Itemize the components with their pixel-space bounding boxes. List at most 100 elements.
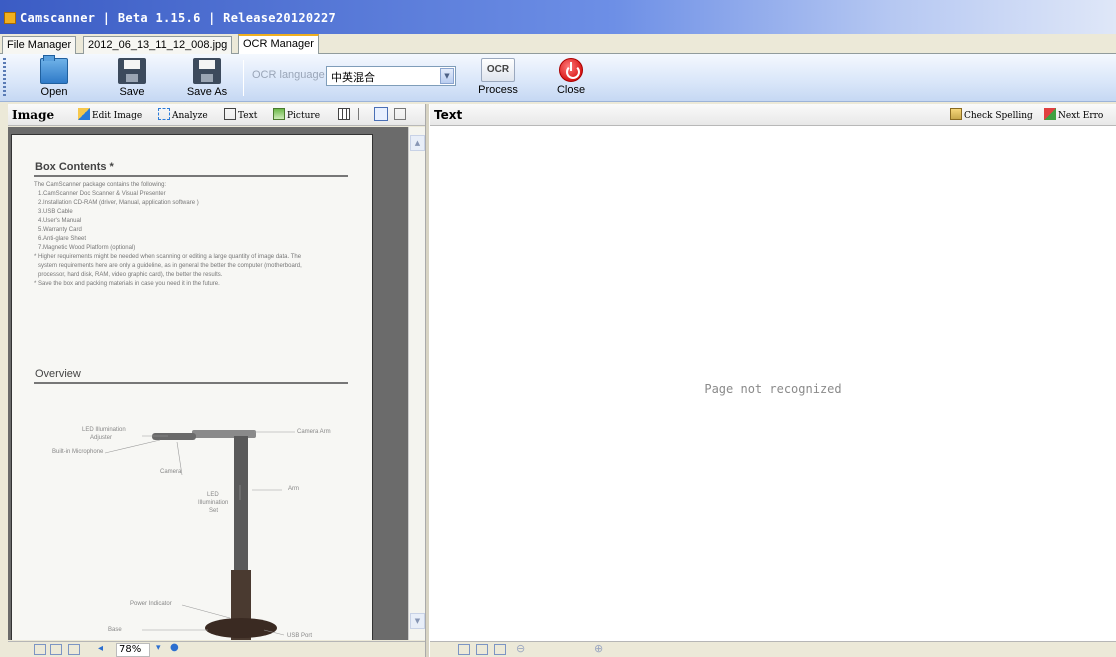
spell-check-icon: [950, 108, 962, 120]
toolbar-grip[interactable]: [3, 58, 6, 98]
power-close-icon: [559, 58, 583, 82]
section-title-box-contents: Box Contents *: [35, 161, 114, 173]
tab-file-manager[interactable]: File Manager: [2, 36, 77, 54]
next-error-icon: [1044, 108, 1056, 120]
tab-strip: File Manager 2012_06_13_11_12_008.jpg OC…: [0, 34, 1116, 55]
ocr-language-select[interactable]: 中英混合 ▼: [326, 66, 456, 86]
window-title: Camscanner | Beta 1.15.6 | Release201202…: [20, 11, 337, 25]
scanned-page: Box Contents * The CamScanner package co…: [11, 134, 373, 640]
lamp-base: [205, 618, 277, 638]
ocr-icon: OCR: [481, 58, 515, 82]
save-button[interactable]: Save: [114, 56, 150, 100]
text-tool[interactable]: Text: [224, 108, 257, 121]
save-as-label: Save As: [186, 86, 228, 98]
process-button[interactable]: OCR Process: [477, 56, 519, 100]
zoom-in-icon[interactable]: ●: [170, 642, 179, 653]
product-diagram: [104, 430, 295, 640]
tab-ocr-manager[interactable]: OCR Manager: [238, 34, 319, 55]
fit-page-icon[interactable]: [458, 644, 470, 655]
cancel-region-tool[interactable]: [394, 108, 408, 121]
doc-item: 6.Anti-glare Sheet: [38, 236, 87, 242]
text-panel-header: Text Check Spelling Next Erro: [430, 104, 1116, 126]
next-error-tool[interactable]: Next Erro: [1044, 108, 1103, 121]
section-rule: [34, 382, 348, 384]
close-button[interactable]: Close: [556, 56, 586, 100]
title-bar: Camscanner | Beta 1.15.6 | Release201202…: [0, 0, 1116, 34]
image-panel: Image Edit Image Analyze Text Picture Bo…: [8, 104, 425, 657]
tab-image-file[interactable]: 2012_06_13_11_12_008.jpg: [83, 36, 233, 54]
image-panel-header: Image Edit Image Analyze Text Picture: [8, 104, 425, 126]
text-panel: Text Check Spelling Next Erro Page not r…: [430, 104, 1116, 657]
analyze-icon: [158, 108, 170, 120]
close-label: Close: [556, 84, 586, 96]
select-tool[interactable]: [374, 107, 390, 122]
text-panel-title: Text: [434, 108, 463, 122]
table-tool[interactable]: [338, 108, 352, 121]
zoom-field[interactable]: 78%: [116, 643, 150, 657]
dropdown-arrow-icon[interactable]: ▼: [440, 68, 454, 84]
edit-image-tool[interactable]: Edit Image: [78, 108, 142, 121]
select-region-icon: [374, 107, 388, 121]
image-vertical-scrollbar[interactable]: ▲ ▼: [408, 127, 425, 640]
label-led-adjuster: LED Illumination: [82, 427, 126, 433]
doc-note: * Save the box and packing materials in …: [34, 281, 220, 287]
toolbar-separator: [243, 60, 244, 96]
fit-page-icon[interactable]: [34, 644, 46, 655]
doc-item: 5.Warranty Card: [38, 227, 82, 233]
picture-region-icon: [273, 108, 285, 120]
save-as-button[interactable]: Save As: [184, 56, 230, 100]
label-camera-arm: Camera Arm: [297, 429, 331, 435]
app-icon: [4, 12, 16, 24]
section-title-overview: Overview: [35, 368, 81, 380]
zoom-dropdown-icon[interactable]: ▾: [156, 643, 161, 653]
zoom-out-icon[interactable]: ⊖: [516, 642, 525, 655]
label-led-set: LED: [207, 492, 219, 498]
fit-width-icon[interactable]: [476, 644, 488, 655]
open-label: Open: [40, 86, 68, 98]
zoom-in-icon[interactable]: ⊕: [594, 642, 603, 655]
doc-note: processor, hard disk, RAM, video graphic…: [38, 272, 223, 278]
floppy-disk-save-as-icon: [193, 58, 221, 84]
check-spelling-tool[interactable]: Check Spelling: [950, 108, 1033, 121]
zoom-out-icon[interactable]: ◂: [98, 643, 103, 654]
ocr-language-value: 中英混合: [331, 71, 375, 84]
label-power-indicator: Power Indicator: [130, 601, 172, 607]
doc-note: system requirements here are only a guid…: [38, 263, 302, 269]
fit-width-icon[interactable]: [50, 644, 62, 655]
pointer-icon: [358, 108, 366, 120]
picture-tool[interactable]: Picture: [273, 108, 320, 121]
lamp-upper-pole: [234, 436, 248, 576]
label-camera: Camera: [160, 469, 182, 475]
save-label: Save: [119, 86, 145, 98]
recognition-status-message: Page not recognized: [704, 382, 842, 396]
toolbar: Open Save Save As OCR language 中英混合 ▼ OC…: [0, 54, 1116, 102]
cancel-region-icon: [394, 108, 406, 120]
table-region-icon: [338, 108, 350, 120]
doc-item: 4.User's Manual: [38, 218, 82, 224]
doc-item: 7.Magnetic Wood Platform (optional): [38, 245, 136, 251]
analyze-tool[interactable]: Analyze: [158, 108, 208, 121]
doc-item: 2.Installation CD-RAM (driver, Manual, a…: [38, 200, 199, 206]
section-rule: [34, 175, 348, 177]
process-label: Process: [478, 84, 518, 96]
doc-intro: The CamScanner package contains the foll…: [34, 182, 167, 188]
doc-item: 3.USB Cable: [38, 209, 73, 215]
doc-note: * Higher requirements might be needed wh…: [34, 254, 302, 260]
open-button[interactable]: Open: [36, 55, 72, 100]
label-led-adjuster: Adjuster: [90, 435, 113, 441]
two-page-icon[interactable]: [494, 644, 506, 655]
scroll-down-icon[interactable]: ▼: [410, 613, 425, 629]
edit-image-icon: [78, 108, 90, 120]
doc-item: 1.CamScanner Doc Scanner & Visual Presen…: [38, 191, 166, 197]
ocr-language-label: OCR language: [252, 69, 325, 81]
label-base: Base: [108, 627, 122, 633]
label-led-set: Illumination: [198, 500, 229, 506]
floppy-disk-icon: [118, 58, 146, 84]
scroll-up-icon[interactable]: ▲: [410, 135, 425, 151]
pointer-tool[interactable]: [358, 108, 368, 121]
folder-open-icon: [40, 55, 68, 84]
image-viewport[interactable]: Box Contents * The CamScanner package co…: [8, 127, 408, 640]
camera-head: [152, 433, 196, 440]
image-panel-title: Image: [12, 108, 55, 122]
two-page-icon[interactable]: [68, 644, 80, 655]
